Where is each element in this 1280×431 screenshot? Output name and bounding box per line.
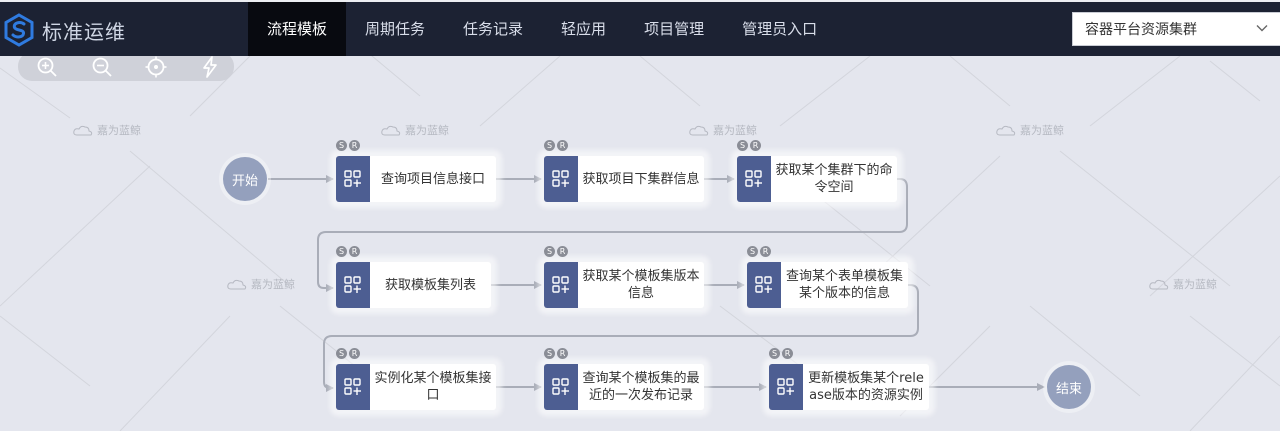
end-node[interactable]: 结束 — [1047, 365, 1091, 409]
retry-badge: R — [557, 140, 568, 151]
skip-badge: S — [544, 246, 555, 257]
node-label: 实例化某个模板集接口 — [374, 371, 492, 403]
plugin-grid-icon — [544, 364, 578, 410]
plugin-grid-icon — [544, 156, 578, 202]
flow-node[interactable]: S R 获取项目下集群信息 — [544, 140, 704, 202]
flow-node[interactable]: S R 查询项目信息接口 — [336, 140, 496, 202]
top-bar: 标准运维 流程模板 周期任务 任务记录 轻应用 项目管理 管理员入口 容器平台资… — [0, 0, 1280, 56]
plugin-grid-icon — [336, 262, 370, 308]
plugin-grid-icon — [769, 364, 803, 410]
skip-badge: S — [336, 348, 347, 359]
plugin-grid-icon — [747, 262, 781, 308]
flow-node[interactable]: S R 实例化某个模板集接口 — [336, 348, 496, 410]
nav-item-periodic-tasks[interactable]: 周期任务 — [346, 2, 444, 56]
skip-badge: S — [769, 348, 780, 359]
plugin-grid-icon — [544, 262, 578, 308]
chevron-down-icon — [1256, 25, 1268, 32]
retry-badge: R — [557, 246, 568, 257]
nav-item-project-management[interactable]: 项目管理 — [625, 2, 723, 56]
skip-badge: S — [747, 246, 758, 257]
plugin-grid-icon — [336, 364, 370, 410]
plugin-grid-icon — [336, 156, 370, 202]
node-label: 更新模板集某个release版本的资源实例 — [808, 371, 924, 403]
retry-badge: R — [349, 246, 360, 257]
nav-item-admin-entry[interactable]: 管理员入口 — [723, 2, 836, 56]
retry-badge: R — [557, 348, 568, 359]
node-label: 查询项目信息接口 — [380, 171, 485, 187]
retry-badge: R — [760, 246, 771, 257]
flow-node[interactable]: S R 更新模板集某个release版本的资源实例 — [769, 348, 929, 410]
blue-s-logo-icon — [4, 13, 34, 47]
project-select-value: 容器平台资源集群 — [1085, 22, 1197, 38]
skip-badge: S — [336, 246, 347, 257]
nav-item-flow-templates[interactable]: 流程模板 — [248, 2, 347, 56]
nav-item-light-apps[interactable]: 轻应用 — [542, 2, 625, 56]
nav-item-task-records[interactable]: 任务记录 — [444, 2, 542, 56]
brand[interactable]: 标准运维 — [0, 4, 126, 56]
node-label: 查询某个表单模板集某个版本的信息 — [785, 269, 903, 301]
node-label: 查询某个模板集的最近的一次发布记录 — [582, 371, 700, 403]
main-nav: 流程模板 周期任务 任务记录 轻应用 项目管理 管理员入口 — [248, 2, 836, 56]
plugin-grid-icon — [737, 156, 771, 202]
brand-name: 标准运维 — [42, 19, 126, 44]
flow-node[interactable]: S R 查询某个模板集的最近的一次发布记录 — [544, 348, 704, 410]
skip-badge: S — [544, 348, 555, 359]
flow-canvas[interactable]: 嘉为蓝鲸 嘉为蓝鲸 嘉为蓝鲸 嘉为蓝鲸 嘉为蓝鲸 嘉为蓝鲸 开始 结束 S R … — [0, 56, 1280, 431]
start-node[interactable]: 开始 — [223, 157, 267, 201]
flow-node[interactable]: S R 查询某个表单模板集某个版本的信息 — [747, 246, 908, 308]
skip-badge: S — [544, 140, 555, 151]
node-label: 获取模板集列表 — [384, 277, 476, 293]
retry-badge: R — [750, 140, 761, 151]
flow-node[interactable]: S R 获取某个集群下的命令空间 — [737, 140, 897, 202]
flow-node[interactable]: S R 获取模板集列表 — [336, 246, 491, 308]
skip-badge: S — [737, 140, 748, 151]
flow-node[interactable]: S R 获取某个模板集版本信息 — [544, 246, 704, 308]
skip-badge: S — [336, 140, 347, 151]
project-select[interactable]: 容器平台资源集群 — [1072, 12, 1280, 46]
node-label: 获取某个模板集版本信息 — [582, 269, 700, 301]
node-label: 获取某个集群下的命令空间 — [775, 163, 893, 195]
node-label: 获取项目下集群信息 — [582, 171, 700, 187]
retry-badge: R — [349, 140, 360, 151]
retry-badge: R — [782, 348, 793, 359]
retry-badge: R — [349, 348, 360, 359]
